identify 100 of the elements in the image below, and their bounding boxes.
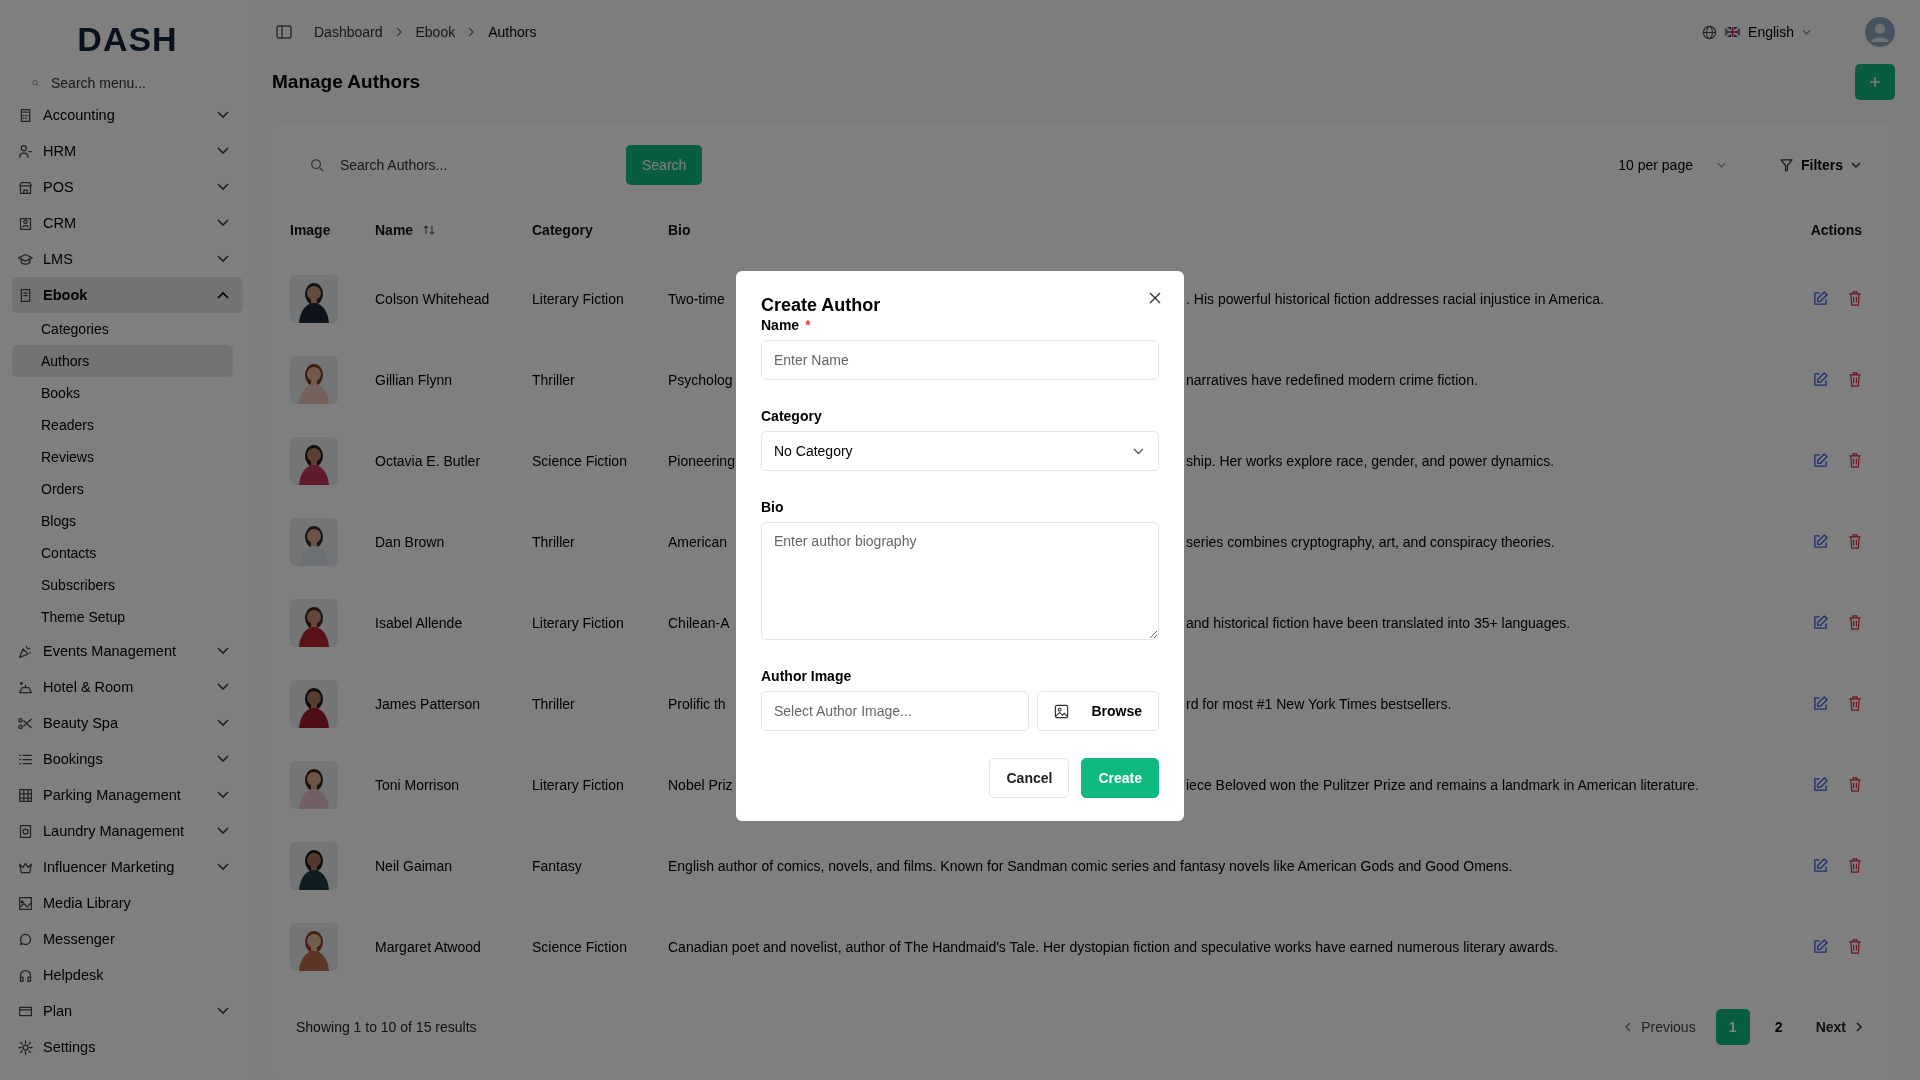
edit-icon[interactable] (1813, 858, 1828, 873)
delete-icon[interactable] (1848, 777, 1862, 792)
delete-icon[interactable] (1848, 372, 1862, 387)
sidebar-item[interactable]: HRM (12, 133, 243, 169)
table-cell-text: Literary Fiction (532, 290, 625, 307)
submenu-item[interactable]: Orders (12, 473, 233, 505)
image-icon (18, 895, 33, 911)
table-cell-text: Two-time (668, 290, 726, 307)
delete-icon[interactable] (1848, 939, 1862, 954)
sidebar-item[interactable]: Parking Management (12, 777, 243, 813)
delete-icon[interactable] (1848, 453, 1862, 468)
sidebar-item[interactable]: LMS (12, 241, 243, 277)
delete-icon[interactable] (1848, 696, 1862, 711)
grid-icon (18, 787, 33, 803)
field-label: Bio (761, 499, 784, 517)
filter-icon (1780, 158, 1793, 172)
flag-icon (1725, 27, 1741, 37)
close-icon[interactable] (1149, 292, 1161, 304)
field-label: Category (761, 408, 822, 426)
sidebar-item[interactable]: Laundry Management (12, 813, 243, 849)
sidebar-item[interactable]: Hotel & Room (12, 669, 243, 705)
sidebar-item[interactable]: Ebook (12, 277, 243, 313)
cancel-button[interactable]: Cancel (989, 758, 1070, 798)
name-input[interactable]: Enter Name (761, 340, 1159, 380)
submenu-item[interactable]: Categories (12, 313, 233, 345)
per-page-select[interactable]: 10 per page (1606, 147, 1738, 183)
next-button[interactable]: Next (1801, 1019, 1877, 1035)
submenu-item[interactable]: Subscribers (12, 569, 233, 601)
edit-icon[interactable] (1813, 291, 1828, 306)
table-cell: ship. Her works explore race, gender, and power dynamics. (1186, 452, 1555, 469)
table-cell: series combines cryptography, art, and conspiracy theories. (1186, 533, 1555, 550)
user-avatar[interactable] (1865, 17, 1895, 47)
browse-button[interactable]: Browse (1037, 691, 1159, 731)
delete-icon[interactable] (1848, 615, 1862, 630)
field-label: Author Image (761, 668, 852, 686)
sidebar-item[interactable]: Events Management (12, 633, 243, 669)
sidebar-item[interactable]: POS (12, 169, 243, 205)
table-cell-text: Neil Gaiman (375, 857, 454, 874)
sidebar-item[interactable]: Helpdesk (12, 957, 243, 993)
sidebar-item[interactable]: Media Library (12, 885, 243, 921)
required-marker: * (805, 317, 811, 335)
submenu-item[interactable]: Readers (12, 409, 233, 441)
table-cell-text: American (668, 533, 729, 550)
edit-icon[interactable] (1813, 534, 1828, 549)
sort-icon[interactable] (423, 224, 436, 236)
submenu-item[interactable]: Reviews (12, 441, 233, 473)
edit-icon[interactable] (1813, 615, 1828, 630)
sidebar-item[interactable]: CRM (12, 205, 243, 241)
column-header: Image (290, 222, 331, 238)
table-cell: . His powerful historical fiction addresses racial injustice in America. (1186, 290, 1604, 307)
sidebar-item[interactable]: Messenger (12, 921, 243, 957)
user-icon (18, 143, 33, 159)
edit-icon[interactable] (1813, 777, 1828, 792)
sidebar-item[interactable]: Bookings (12, 741, 243, 777)
plus-icon (1869, 76, 1881, 88)
table-cell-text: Literary Fiction (532, 614, 625, 631)
page-button[interactable]: 2 (1761, 1009, 1796, 1045)
submenu-item[interactable]: Contacts (12, 537, 233, 569)
submenu-item[interactable]: Blogs (12, 505, 233, 537)
table-cell: narratives have redefined modern crime fiction. (1186, 371, 1478, 388)
submenu-item[interactable]: Authors (12, 345, 233, 377)
breadcrumb-link[interactable]: Authors (488, 24, 537, 40)
breadcrumb-link[interactable]: Dashboard (314, 24, 383, 40)
table-cell: Pioneering (668, 452, 736, 469)
edit-icon[interactable] (1813, 453, 1828, 468)
dialog-title: Create Author (761, 295, 881, 316)
submenu-item[interactable]: Books (12, 377, 233, 409)
delete-icon[interactable] (1848, 858, 1862, 873)
image-path-input[interactable]: Select Author Image... (761, 691, 1030, 731)
search-field[interactable]: Search Authors... (337, 156, 600, 174)
breadcrumb-link[interactable]: Ebook (415, 24, 456, 40)
edit-icon[interactable] (1813, 939, 1828, 954)
table-cell: Canadian poet and novelist, author of The Handmaid's Tale. Her dystopian fiction and speculative works have earned numerous literary awards. (668, 938, 1559, 955)
bio-textarea[interactable]: Enter author biography (761, 522, 1159, 640)
edit-icon[interactable] (1813, 372, 1828, 387)
sidebar-item[interactable]: Settings (12, 1029, 243, 1065)
table-cell-text: Toni Morrison (375, 776, 461, 793)
table-cell-text: Psycholog (668, 371, 734, 388)
column-header: Category (532, 222, 593, 238)
sidebar-toggle-icon[interactable] (276, 24, 292, 40)
submenu-item[interactable]: Theme Setup (12, 601, 233, 633)
sidebar-item[interactable]: Beauty Spa (12, 705, 243, 741)
table-cell-text: Prolific th (668, 695, 727, 712)
table-cell-text: Dan Brown (375, 533, 446, 550)
menu-search-field[interactable]: Search menu... (49, 74, 223, 92)
delete-icon[interactable] (1848, 291, 1862, 306)
table-cell-text: Chilean-A (668, 614, 731, 631)
category-select[interactable]: No Category (761, 431, 1159, 471)
table-cell-text: Isabel Allende (375, 614, 464, 631)
sidebar-item[interactable]: Accounting (12, 97, 243, 133)
sidebar-item[interactable]: Plan (12, 993, 243, 1029)
calculator-icon (18, 107, 33, 123)
delete-icon[interactable] (1848, 534, 1862, 549)
table-cell-text: Thriller (532, 371, 576, 388)
edit-icon[interactable] (1813, 696, 1828, 711)
add-button[interactable] (1855, 64, 1895, 100)
previous-button[interactable]: Previous (1610, 1019, 1710, 1035)
sidebar-item[interactable]: Influencer Marketing (12, 849, 243, 885)
chat-icon (18, 931, 33, 947)
language-selector[interactable]: English (1702, 24, 1811, 40)
